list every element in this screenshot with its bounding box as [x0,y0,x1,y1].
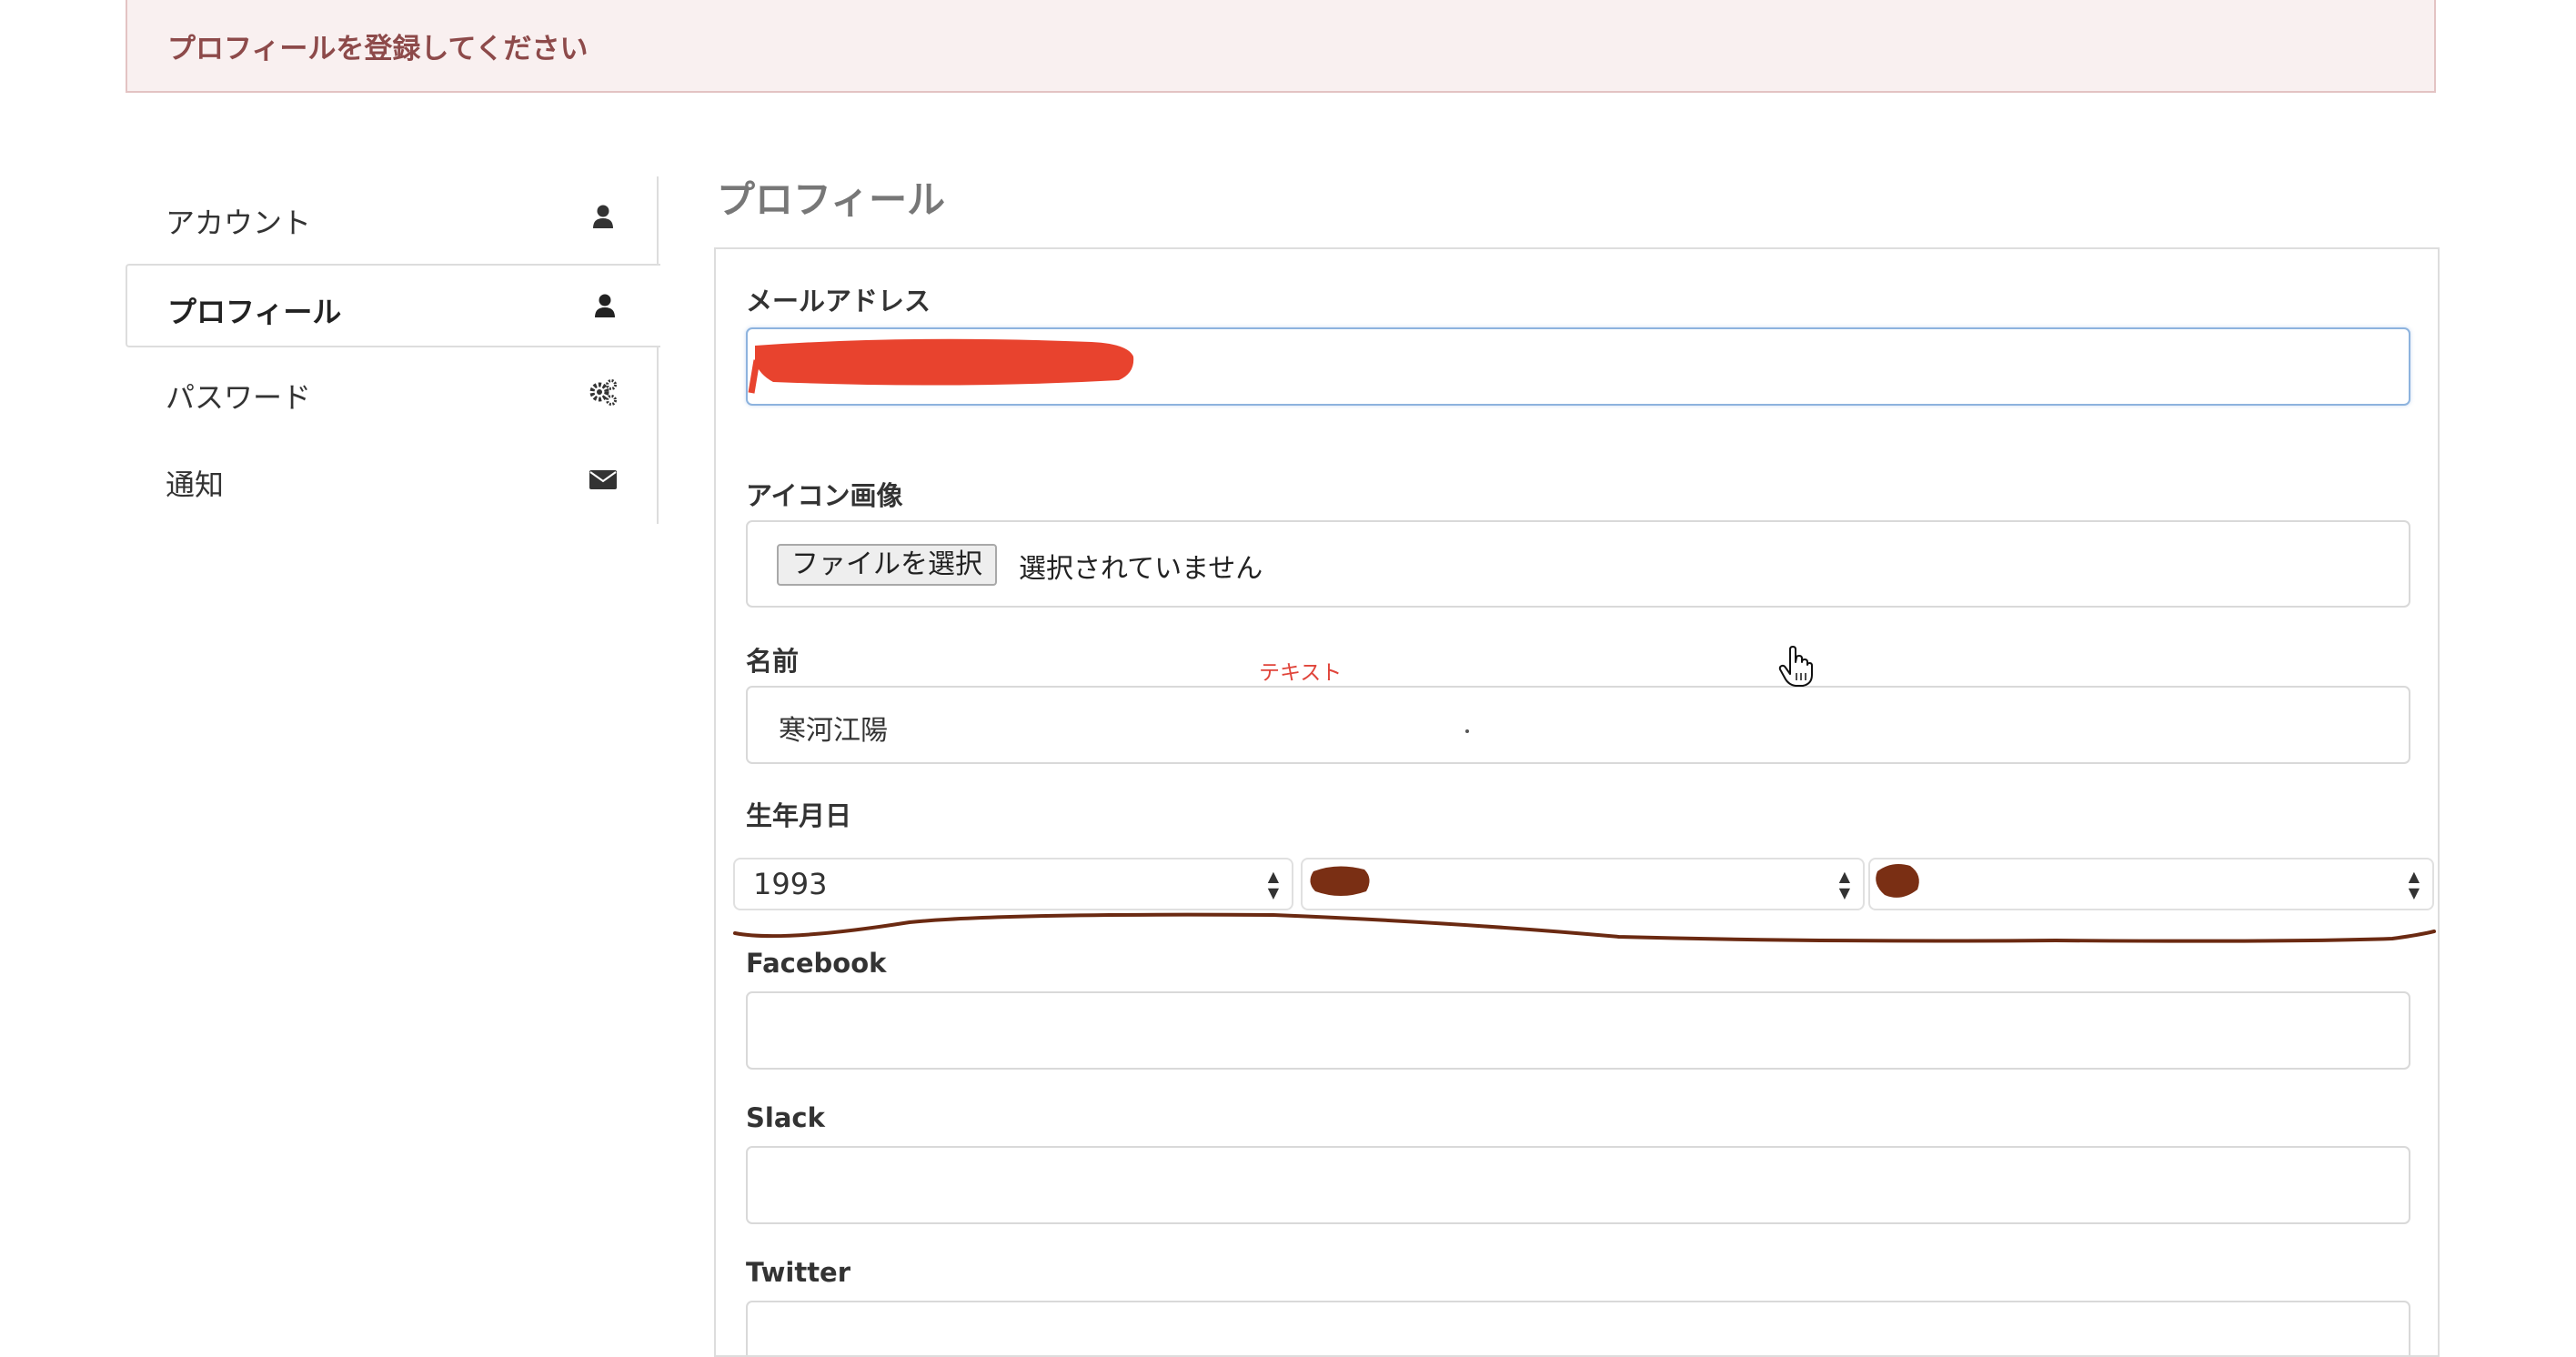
twitter-field[interactable] [746,1301,2410,1355]
name-value: 寒河江陽 [779,715,888,747]
slack-label: Slack [746,1102,825,1133]
envelope-icon [589,470,617,489]
sidebar-item-account[interactable]: アカウント [126,176,659,260]
gears-icon [589,379,617,406]
page-title: プロフィール [717,177,946,222]
sidebar-item-label: パスワード [166,380,312,415]
select-arrows-icon: ▲ ▼ [1267,868,1279,901]
slack-field[interactable] [746,1146,2410,1224]
email-field[interactable] [746,327,2410,406]
sidebar-item-label: プロフィール [167,295,342,329]
hand-cursor-icon [1778,646,1813,687]
sidebar-item-profile[interactable]: プロフィール [126,264,660,347]
name-label: 名前 [746,646,800,677]
birth-month-select[interactable]: ▲ ▼ [1301,858,1865,910]
select-arrows-icon: ▲ ▼ [1838,868,1850,901]
icon-image-file-field: ファイルを選択 選択されていません [746,520,2410,608]
choose-file-button[interactable]: ファイルを選択 [777,544,997,586]
twitter-label: Twitter [746,1257,851,1288]
icon-image-label: アイコン画像 [746,480,903,511]
birth-year-value: 1993 [753,867,828,901]
alert-message: プロフィールを登録してください [167,33,589,65]
name-field[interactable]: 寒河江陽 [746,686,2410,764]
sidebar-item-password[interactable]: パスワード [126,351,659,435]
user-icon [593,205,613,228]
user-icon [595,294,615,317]
email-label: メールアドレス [746,286,931,317]
stray-dot [1465,729,1469,733]
sidebar-nav: アカウント プロフィール パスワード 通知 [126,176,660,524]
alert-banner: プロフィールを登録してください [126,0,2436,93]
facebook-field[interactable] [746,991,2410,1070]
file-status: 選択されていません [1019,553,1263,585]
facebook-label: Facebook [746,948,887,979]
sidebar-item-label: 通知 [166,467,225,502]
sidebar-item-label: アカウント [166,206,312,240]
birth-day-select[interactable]: ▲ ▼ [1868,858,2434,910]
select-arrows-icon: ▲ ▼ [2408,868,2420,901]
sidebar-item-notification[interactable]: 通知 [126,438,659,522]
birthday-label: 生年月日 [746,800,852,831]
annotation-text: テキスト [1259,661,1343,685]
birth-year-select[interactable]: 1993 ▲ ▼ [733,858,1293,910]
